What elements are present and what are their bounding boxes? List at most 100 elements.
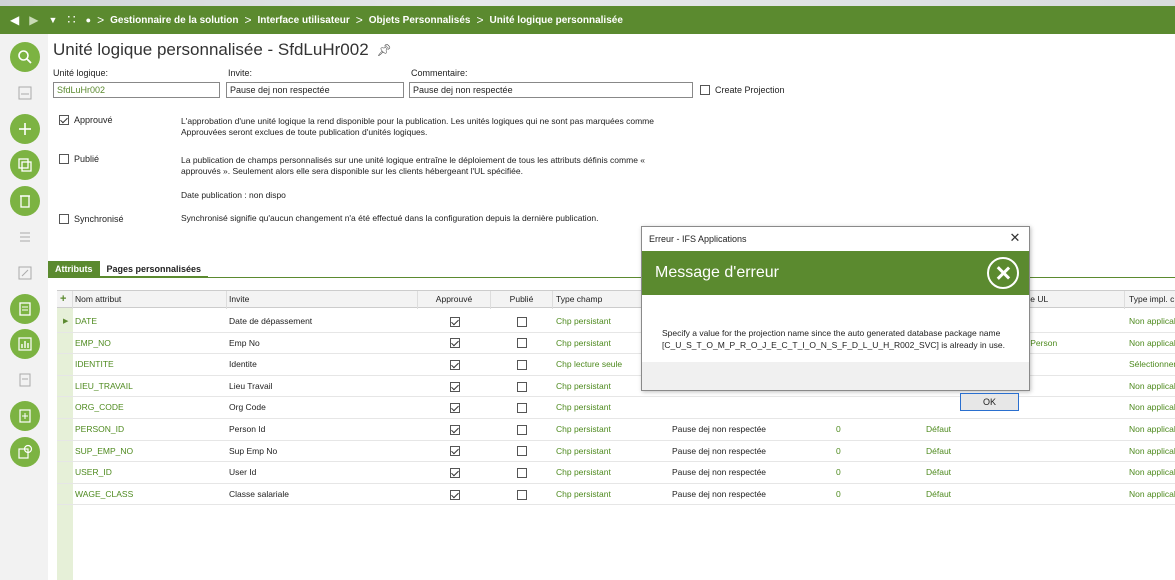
column-header[interactable]: Nom attribut xyxy=(71,291,227,309)
synchronized-checkbox[interactable]: Synchronisé xyxy=(59,214,124,224)
approved-checkbox[interactable] xyxy=(449,403,460,414)
table-cell[interactable] xyxy=(491,484,553,505)
table-cell[interactable] xyxy=(418,484,491,505)
list-icon[interactable] xyxy=(10,222,40,252)
table-cell[interactable]: 0 xyxy=(832,441,922,462)
published-checkbox[interactable] xyxy=(517,446,527,457)
table-cell[interactable]: Chp persistant xyxy=(552,397,668,418)
table-cell[interactable]: ORG_CODE xyxy=(71,397,225,418)
table-cell[interactable]: Non applical xyxy=(1125,397,1175,418)
table-cell[interactable] xyxy=(491,441,553,462)
breadcrumb-item[interactable]: Unité logique personnalisée xyxy=(490,15,623,26)
approved-checkbox[interactable] xyxy=(449,424,460,435)
table-cell[interactable]: Org Code xyxy=(225,397,418,418)
add-icon[interactable] xyxy=(10,114,40,144)
table-cell[interactable] xyxy=(418,311,491,332)
table-cell[interactable] xyxy=(1022,311,1125,332)
forward-icon[interactable]: ▶ xyxy=(29,6,38,34)
table-cell[interactable]: Chp persistant xyxy=(552,484,668,505)
published-checkbox[interactable] xyxy=(517,489,527,500)
table-cell[interactable]: IDENTITE xyxy=(71,354,225,375)
table-cell[interactable]: 0 xyxy=(832,462,922,483)
table-cell[interactable]: Sup Emp No xyxy=(225,441,418,462)
chart-icon[interactable] xyxy=(10,329,40,359)
table-cell[interactable]: 0 xyxy=(832,484,922,505)
table-cell[interactable] xyxy=(491,354,553,375)
new-page-icon[interactable] xyxy=(10,401,40,431)
table-cell[interactable] xyxy=(668,397,832,418)
table-cell[interactable]: Non applical xyxy=(1125,441,1175,462)
table-cell[interactable]: Sélectionner xyxy=(1125,354,1175,375)
table-cell[interactable]: Date de dépassement xyxy=(225,311,418,332)
published-checkbox[interactable] xyxy=(517,316,527,327)
approved-checkbox[interactable] xyxy=(449,359,460,370)
table-cell[interactable]: yPerson xyxy=(1022,333,1125,354)
column-header[interactable]: Approuvé xyxy=(418,291,491,309)
prompt-field[interactable]: Pause dej non respectée xyxy=(226,82,404,98)
table-cell[interactable]: USER_ID xyxy=(71,462,225,483)
table-cell[interactable]: Pause dej non respectée xyxy=(668,462,832,483)
table-cell[interactable] xyxy=(418,419,491,440)
ok-button[interactable]: OK xyxy=(960,393,1019,411)
approved-checkbox[interactable]: Approuvé xyxy=(59,115,113,125)
breadcrumb-item[interactable]: Objets Personnalisés xyxy=(369,15,471,26)
duplicate-icon[interactable] xyxy=(10,150,40,180)
published-checkbox[interactable] xyxy=(517,381,527,392)
published-checkbox[interactable] xyxy=(517,359,527,370)
table-cell[interactable] xyxy=(418,376,491,397)
published-checkbox[interactable] xyxy=(517,424,527,435)
expand-icon[interactable] xyxy=(10,258,40,288)
table-cell[interactable] xyxy=(418,441,491,462)
checkbox[interactable] xyxy=(59,214,69,224)
column-header[interactable]: Publié xyxy=(491,291,553,309)
table-cell[interactable]: Défaut xyxy=(922,484,1022,505)
table-cell[interactable]: DATE xyxy=(71,311,225,332)
checkbox[interactable] xyxy=(700,85,710,95)
table-cell[interactable]: Chp persistant xyxy=(552,441,668,462)
dropdown-icon[interactable]: ▼ xyxy=(48,6,57,34)
table-cell[interactable]: Pause dej non respectée xyxy=(668,419,832,440)
table-cell[interactable]: WAGE_CLASS xyxy=(71,484,225,505)
table-cell[interactable] xyxy=(491,333,553,354)
table-cell[interactable]: Pause dej non respectée xyxy=(668,441,832,462)
table-cell[interactable]: Pause dej non respectée xyxy=(668,484,832,505)
table-cell[interactable] xyxy=(491,376,553,397)
table-cell[interactable] xyxy=(1022,419,1125,440)
apps-grid-icon[interactable]: ∷ xyxy=(67,6,75,34)
add-copy-icon[interactable] xyxy=(10,437,40,467)
column-header[interactable]: ce UL xyxy=(1022,291,1125,309)
table-cell[interactable]: Chp persistant xyxy=(552,462,668,483)
form-view-icon[interactable] xyxy=(10,78,40,108)
document-icon[interactable] xyxy=(10,365,40,395)
approved-checkbox[interactable] xyxy=(449,467,460,478)
table-cell[interactable]: Défaut xyxy=(922,441,1022,462)
table-cell[interactable]: SUP_EMP_NO xyxy=(71,441,225,462)
approved-checkbox[interactable] xyxy=(449,489,460,500)
breadcrumb-item[interactable]: Gestionnaire de la solution xyxy=(110,15,238,26)
table-cell[interactable]: Non applical xyxy=(1125,376,1175,397)
table-cell[interactable]: Emp No xyxy=(225,333,418,354)
table-cell[interactable] xyxy=(418,397,491,418)
approved-checkbox[interactable] xyxy=(449,316,460,327)
table-cell[interactable]: Person Id xyxy=(225,419,418,440)
table-cell[interactable] xyxy=(1022,397,1125,418)
breadcrumb-item[interactable]: Interface utilisateur xyxy=(258,15,350,26)
table-cell[interactable] xyxy=(1022,354,1125,375)
table-cell[interactable] xyxy=(418,354,491,375)
table-cell[interactable] xyxy=(1022,376,1125,397)
column-header[interactable]: Type impl. c xyxy=(1125,291,1175,309)
table-cell[interactable] xyxy=(1022,484,1125,505)
table-cell[interactable]: LIEU_TRAVAIL xyxy=(71,376,225,397)
table-cell[interactable]: Non applical xyxy=(1125,333,1175,354)
published-checkbox[interactable] xyxy=(517,467,527,478)
table-cell[interactable]: Défaut xyxy=(922,462,1022,483)
approved-checkbox[interactable] xyxy=(449,381,460,392)
create-projection-checkbox[interactable]: Create Projection xyxy=(700,85,785,95)
table-cell[interactable]: Lieu Travail xyxy=(225,376,418,397)
table-cell[interactable]: Défaut xyxy=(922,419,1022,440)
tab-attributes[interactable]: Attributs xyxy=(48,261,100,277)
close-icon[interactable]: ✕ xyxy=(1007,230,1023,246)
table-cell[interactable]: Non applical xyxy=(1125,419,1175,440)
checkbox[interactable] xyxy=(59,115,69,125)
table-cell[interactable]: EMP_NO xyxy=(71,333,225,354)
